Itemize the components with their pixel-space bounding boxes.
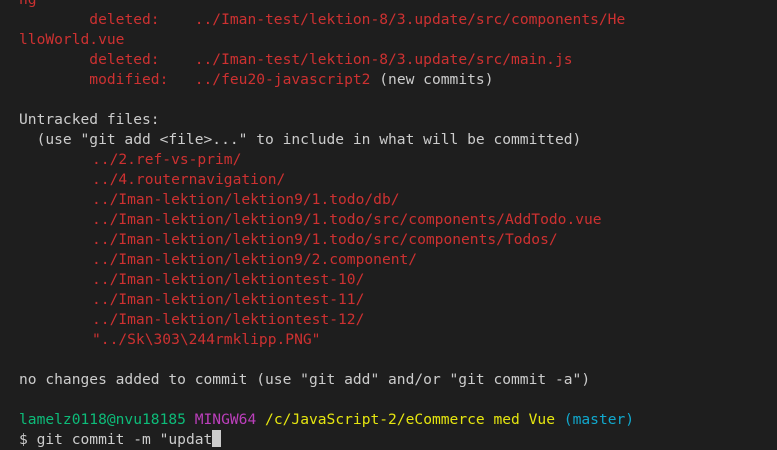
untracked-file: ../Iman-lektion/lektion9/1.todo/src/comp… (92, 231, 558, 248)
untracked-file: ../Iman-lektion/lektion9/1.todo/src/comp… (92, 211, 602, 228)
untracked-hint: (use "git add <file>..." to include in w… (19, 131, 582, 148)
command-input-line[interactable]: $ git commit -m "updat (19, 430, 222, 450)
modified-path: ../feu20-javascript2 (194, 71, 371, 88)
prompt-path: /c/JavaScript-2/eCommerce med Vue (265, 411, 555, 428)
modified-note: (new commits) (370, 71, 494, 88)
status-label-modified: modified: (89, 71, 195, 88)
text-cursor (212, 430, 222, 447)
prompt-symbol: $ (19, 431, 37, 448)
untracked-header: Untracked files: (19, 111, 160, 128)
status-deleted-line: deleted: ../Iman-test/lektion-8/3.update… (19, 50, 573, 70)
terminal-output[interactable]: ng deleted: ../Iman-test/lektion-8/3.upd… (0, 0, 777, 449)
command-text[interactable]: git commit -m "updat (37, 431, 213, 448)
untracked-file: ../Iman-lektion/lektiontest-11/ (92, 291, 365, 308)
untracked-file: ../Iman-lektion/lektion9/1.todo/db/ (92, 191, 400, 208)
untracked-file: ../Iman-lektion/lektiontest-10/ (92, 271, 365, 288)
no-changes-message: no changes added to commit (use "git add… (19, 371, 591, 388)
status-modified-line: modified: ../feu20-javascript2 (new comm… (19, 70, 493, 90)
deleted-path: ../Iman-test/lektion-8/3.update/src/comp… (194, 11, 626, 28)
shell-prompt: lamelz0118@nvu18185 MINGW64 /c/JavaScrip… (19, 410, 634, 430)
untracked-file: ../Iman-lektion/lektiontest-12/ (92, 311, 365, 328)
prompt-env: MINGW64 (194, 411, 257, 428)
deleted-path: ../Iman-test/lektion-8/3.update/src/main… (194, 51, 573, 68)
output-line-partial: ng (19, 0, 37, 10)
status-label-deleted: deleted: (89, 51, 195, 68)
prompt-user-host: lamelz0118@nvu18185 (19, 411, 186, 428)
status-label-deleted: deleted: (89, 11, 195, 28)
untracked-file: ../Iman-lektion/lektion9/2.component/ (92, 251, 418, 268)
prompt-branch: (master) (563, 411, 635, 428)
status-deleted-line: deleted: ../Iman-test/lektion-8/3.update… (19, 10, 625, 30)
deleted-path-wrap: lloWorld.vue (19, 31, 125, 48)
untracked-file: "../Sk\303\244rmklipp.PNG" (92, 331, 321, 348)
untracked-file: ../2.ref-vs-prim/ (92, 151, 242, 168)
untracked-file: ../4.routernavigation/ (92, 171, 286, 188)
